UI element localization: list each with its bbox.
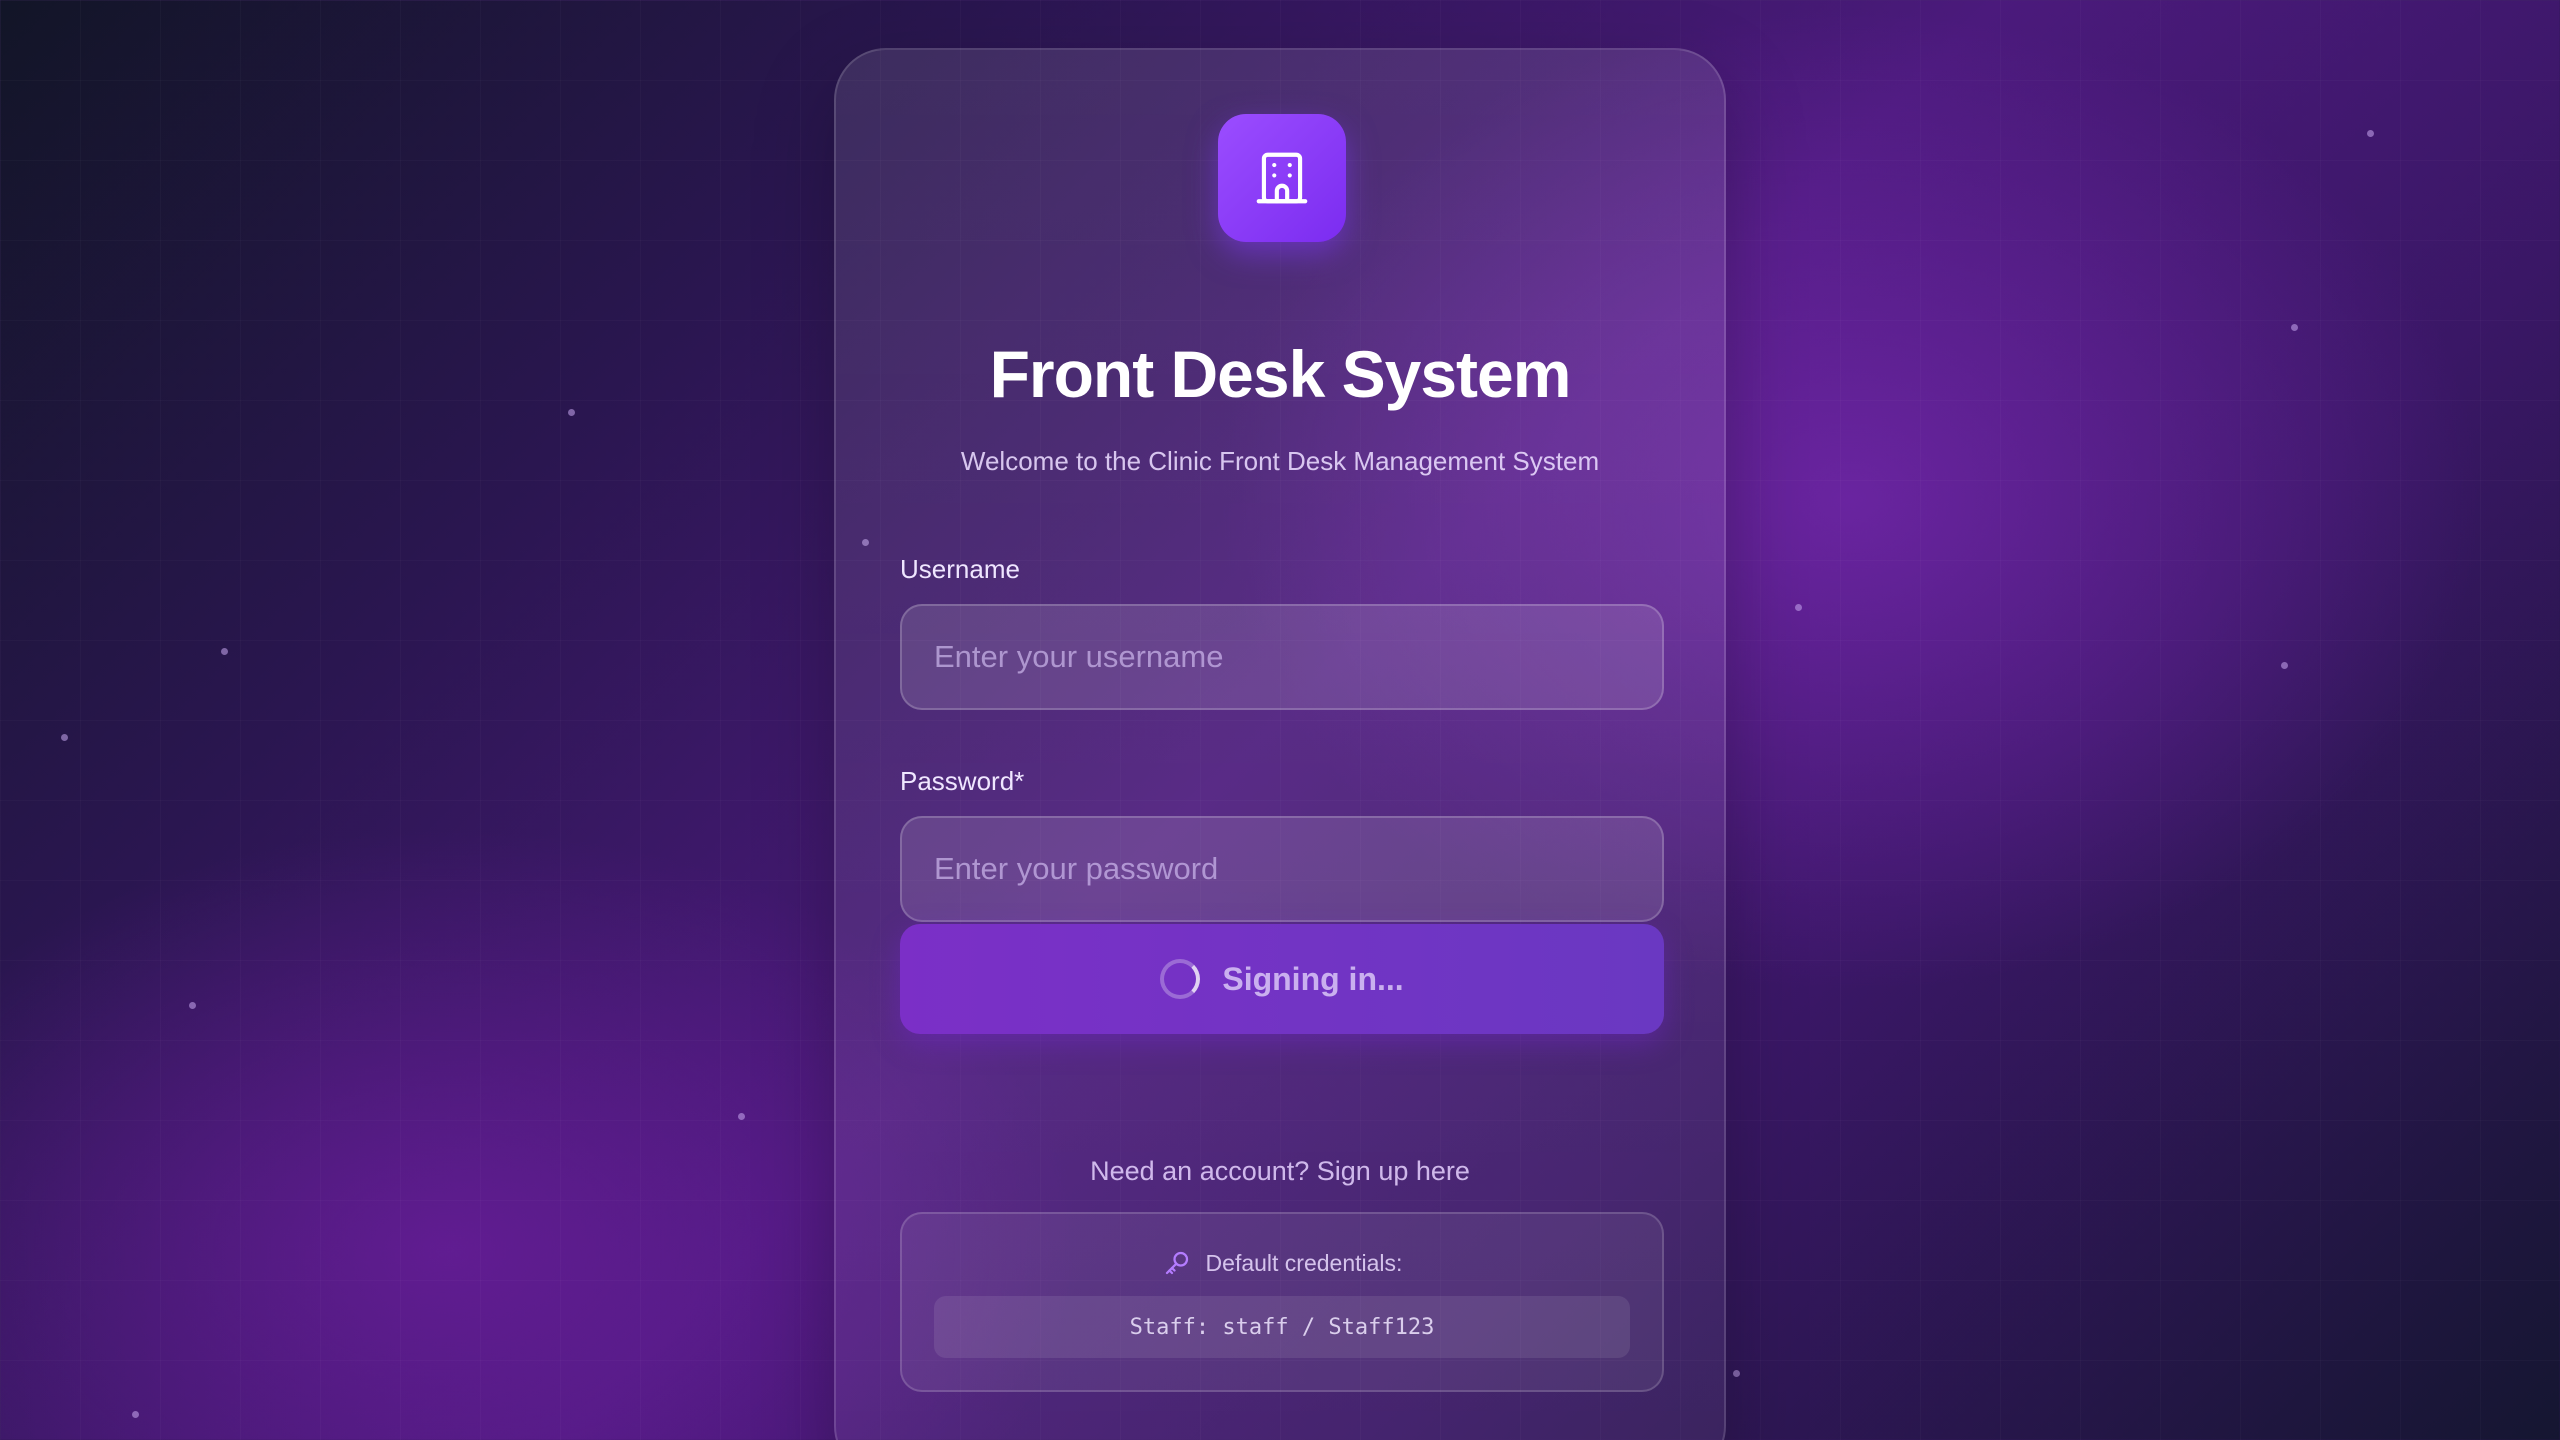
key-icon — [1165, 1251, 1188, 1275]
background-dot — [1733, 1370, 1740, 1377]
username-label: Username — [900, 554, 1020, 584]
background-dot — [132, 1411, 139, 1418]
password-label: Password* — [900, 766, 1025, 796]
signup-link[interactable]: Need an account? Sign up here — [836, 1156, 1724, 1187]
app-logo — [1218, 114, 1346, 242]
background-dot — [189, 1002, 196, 1009]
background-dot — [738, 1113, 745, 1120]
background-dot — [2291, 324, 2298, 331]
credentials-value: Staff: staff / Staff123 — [934, 1296, 1630, 1358]
loading-spinner-icon — [1160, 959, 1201, 999]
page-subtitle: Welcome to the Clinic Front Desk Managem… — [960, 446, 1600, 476]
password-input[interactable] — [900, 816, 1664, 922]
login-card: Front Desk System Welcome to the Clinic … — [834, 48, 1726, 1440]
credentials-heading: Default credentials: — [1205, 1249, 1403, 1276]
page-title: Front Desk System — [989, 337, 1572, 411]
default-credentials-panel: Default credentials: Staff: staff / Staf… — [900, 1212, 1664, 1392]
building-icon — [1256, 152, 1308, 204]
username-input[interactable] — [900, 604, 1664, 710]
background-dot — [568, 409, 575, 416]
background-dot — [221, 648, 228, 655]
background-dot — [1795, 604, 1802, 611]
sign-in-button[interactable]: Signing in... — [900, 924, 1664, 1034]
background-dot — [2281, 662, 2288, 669]
sign-in-button-label: Signing in... — [1222, 960, 1404, 997]
credentials-heading-row: Default credentials: — [902, 1248, 1662, 1278]
background-dot — [61, 734, 68, 741]
background-dot — [2367, 130, 2374, 137]
